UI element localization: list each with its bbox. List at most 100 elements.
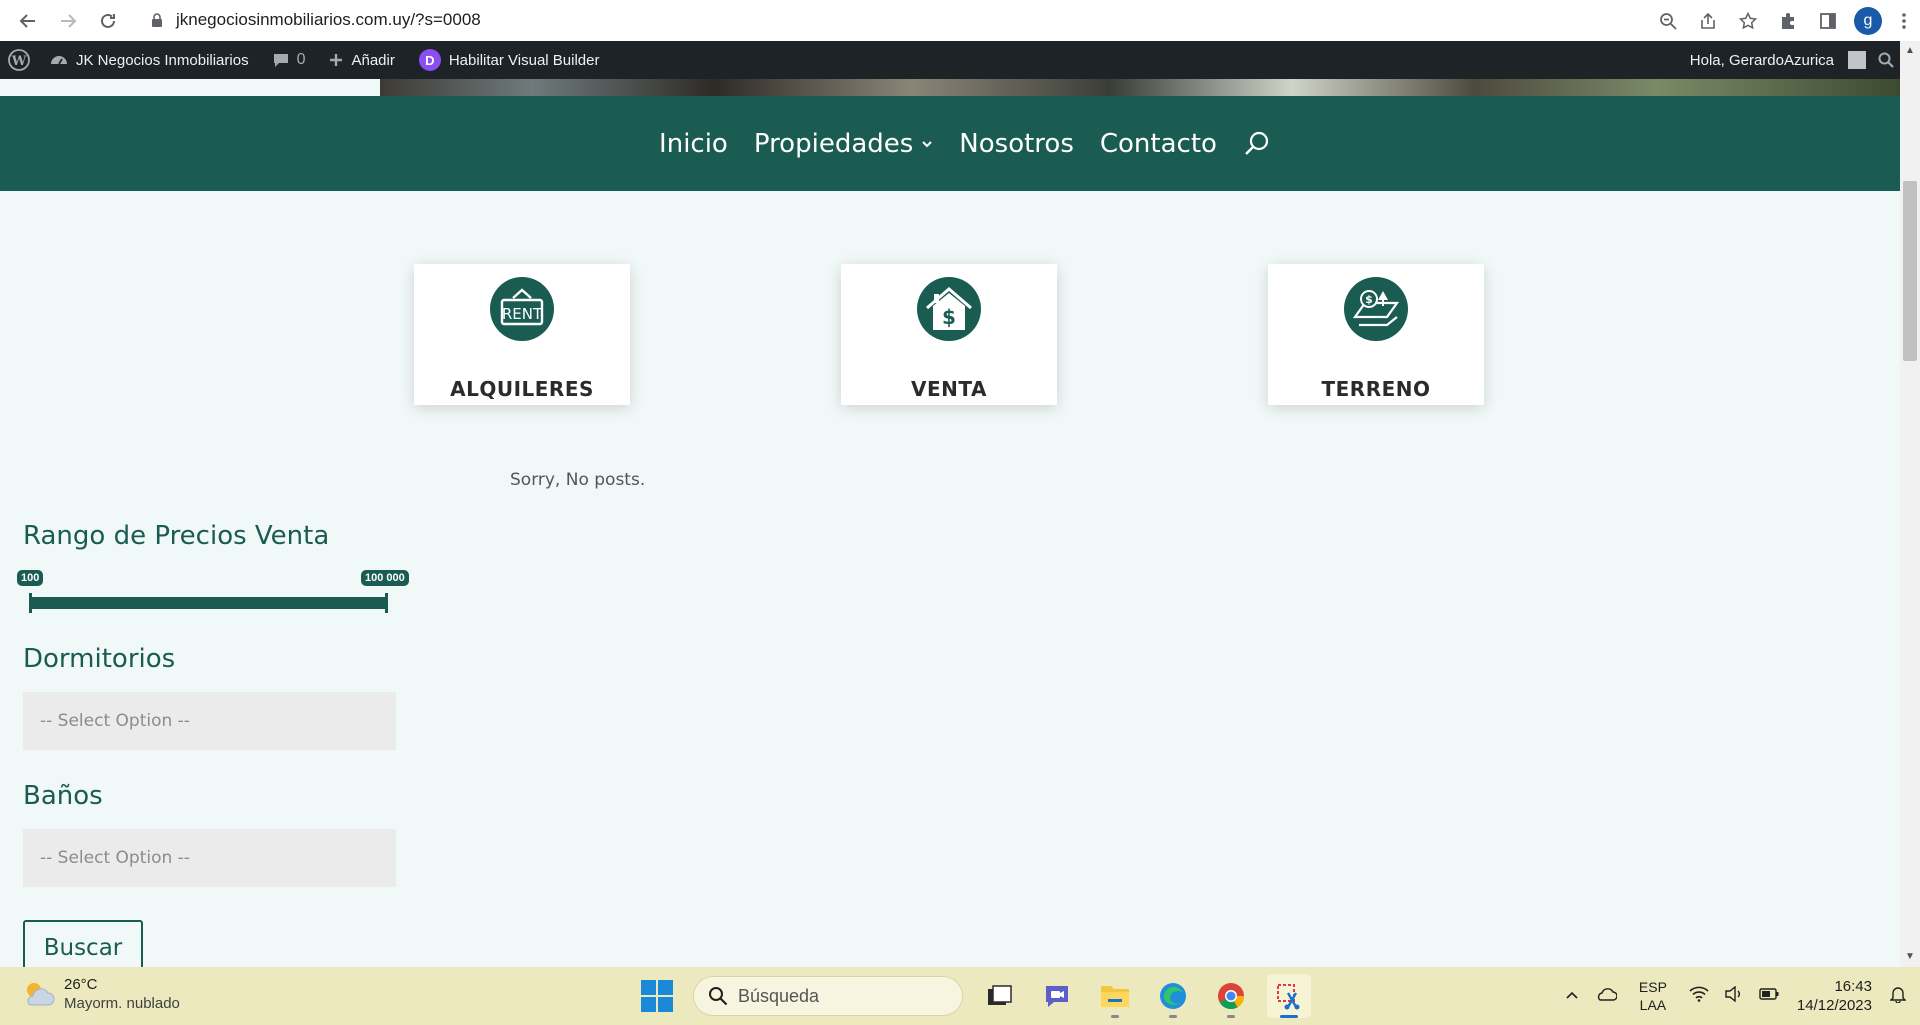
nav-contacto[interactable]: Contacto xyxy=(1100,129,1217,159)
address-bar[interactable]: jknegociosinmobiliarios.com.uy/?s=0008 xyxy=(140,4,1720,36)
category-label: TERRENO xyxy=(1321,377,1431,401)
nav-nosotros-label: Nosotros xyxy=(959,128,1074,159)
site-name: JK Negocios Inmobiliarios xyxy=(76,51,249,69)
price-min-handle[interactable] xyxy=(29,593,32,613)
task-view-icon xyxy=(988,985,1012,1005)
windows-taskbar: 26°C Mayorm. nublado Búsqueda ESP LAA 16… xyxy=(0,967,1920,1025)
keyboard-layout: LAA xyxy=(1639,997,1667,1013)
extensions-button[interactable] xyxy=(1768,5,1808,37)
app-running-indicator xyxy=(1111,1015,1119,1018)
nav-inicio-label: Inicio xyxy=(659,128,728,159)
reload-button[interactable] xyxy=(88,6,128,36)
edge-app[interactable] xyxy=(1151,974,1195,1018)
clock[interactable]: 16:43 14/12/2023 xyxy=(1787,977,1882,1015)
language-indicator[interactable]: ESP LAA xyxy=(1625,978,1681,1014)
browser-toolbar: jknegociosinmobiliarios.com.uy/?s=0008 g xyxy=(0,0,1920,41)
add-new-label: Añadir xyxy=(351,51,395,69)
baths-select[interactable]: -- Select Option -- xyxy=(23,829,396,887)
svg-text:RENT: RENT xyxy=(502,305,543,323)
battery-button[interactable] xyxy=(1751,987,1787,1005)
teams-app[interactable] xyxy=(1035,974,1079,1018)
volume-button[interactable] xyxy=(1717,985,1751,1007)
search-submit-button[interactable]: Buscar xyxy=(23,920,143,972)
notifications-button[interactable] xyxy=(1882,985,1920,1008)
site-search-button[interactable] xyxy=(1243,130,1271,158)
profile-button[interactable]: g xyxy=(1848,5,1888,37)
forward-button[interactable] xyxy=(48,6,88,36)
price-range-bar xyxy=(29,597,387,609)
wp-admin-bar: W JK Negocios Inmobiliarios 0 Añadir D H… xyxy=(0,41,1900,79)
svg-text:$: $ xyxy=(942,305,956,329)
wp-logo-menu[interactable]: W xyxy=(0,41,38,79)
weather-temperature: 26°C xyxy=(64,976,98,993)
onedrive-button[interactable] xyxy=(1587,987,1625,1006)
bedrooms-select[interactable]: -- Select Option -- xyxy=(23,692,396,750)
category-card-terreno[interactable]: $ TERRENO xyxy=(1268,264,1484,405)
kebab-menu-icon xyxy=(1902,12,1906,29)
sidepanel-button[interactable] xyxy=(1808,5,1848,37)
sidepanel-icon xyxy=(1820,12,1836,29)
weather-widget[interactable]: 26°C Mayorm. nublado xyxy=(22,975,180,1013)
bookmark-button[interactable] xyxy=(1728,5,1768,37)
wifi-button[interactable] xyxy=(1681,986,1717,1007)
site-name-menu[interactable]: JK Negocios Inmobiliarios xyxy=(38,41,261,79)
comments-menu[interactable]: 0 xyxy=(261,41,318,79)
rent-sign-icon: RENT xyxy=(490,277,554,341)
wifi-icon xyxy=(1689,986,1709,1002)
file-explorer-app[interactable] xyxy=(1093,974,1137,1018)
zoom-button[interactable] xyxy=(1648,5,1688,37)
svg-text:$: $ xyxy=(1365,293,1373,306)
land-plot-icon: $ xyxy=(1344,277,1408,341)
chevron-down-icon xyxy=(922,140,933,147)
clock-time: 16:43 xyxy=(1834,978,1872,995)
page-scrollbar[interactable]: ▲ ▼ xyxy=(1900,41,1920,967)
reload-icon xyxy=(101,13,115,28)
bell-icon xyxy=(1889,986,1907,1004)
share-button[interactable] xyxy=(1688,5,1728,37)
scroll-thumb[interactable] xyxy=(1903,181,1917,361)
arrow-right-icon xyxy=(61,13,77,28)
price-range-slider[interactable]: 100 100 000 xyxy=(17,565,413,615)
windows-logo-icon xyxy=(641,980,673,1012)
category-card-alquileres[interactable]: RENT ALQUILERES xyxy=(414,264,630,405)
account-menu[interactable]: Hola, GerardoAzurica xyxy=(1678,41,1872,79)
arrow-left-icon xyxy=(19,13,35,28)
nav-propiedades[interactable]: Propiedades xyxy=(754,129,933,159)
back-button[interactable] xyxy=(8,6,48,36)
price-max-handle[interactable] xyxy=(385,593,388,613)
show-hidden-icons-button[interactable] xyxy=(1557,987,1587,1005)
nav-contacto-label: Contacto xyxy=(1099,128,1217,159)
start-button[interactable] xyxy=(635,974,679,1018)
menu-button[interactable] xyxy=(1888,5,1920,37)
account-greeting: Hola, GerardoAzurica xyxy=(1689,51,1834,69)
baths-title: Baños xyxy=(23,781,103,811)
svg-text:W: W xyxy=(11,54,27,69)
nav-inicio[interactable]: Inicio xyxy=(659,129,728,159)
scroll-up-arrow[interactable]: ▲ xyxy=(1904,45,1916,57)
puzzle-icon xyxy=(1782,12,1794,29)
taskbar-search[interactable]: Búsqueda xyxy=(693,976,963,1016)
category-label: VENTA xyxy=(911,377,987,401)
wordpress-icon: W xyxy=(8,49,30,71)
snipping-tool-app[interactable] xyxy=(1267,974,1311,1018)
task-view-button[interactable] xyxy=(977,974,1021,1018)
no-posts-message: Sorry, No posts. xyxy=(510,470,646,490)
chrome-app[interactable] xyxy=(1209,974,1253,1018)
price-range-title: Rango de Precios Venta xyxy=(23,521,330,551)
nav-nosotros[interactable]: Nosotros xyxy=(959,129,1074,159)
profile-avatar: g xyxy=(1854,6,1882,35)
battery-icon xyxy=(1759,988,1779,1000)
add-new-menu[interactable]: Añadir xyxy=(317,41,406,79)
chat-icon xyxy=(1046,986,1068,1007)
system-tray: ESP LAA 16:43 14/12/2023 xyxy=(1557,967,1920,1025)
user-avatar xyxy=(1848,51,1866,69)
house-dollar-icon: $ xyxy=(917,277,981,341)
share-icon xyxy=(1701,12,1715,29)
category-card-venta[interactable]: $ VENTA xyxy=(841,264,1057,405)
visual-builder-link[interactable]: D Habilitar Visual Builder xyxy=(407,41,612,79)
divi-logo-icon: D xyxy=(418,49,441,71)
cloud-icon xyxy=(1597,987,1618,1001)
scroll-down-arrow[interactable]: ▼ xyxy=(1904,951,1916,963)
edge-browser-icon xyxy=(1160,983,1186,1009)
admin-search-button[interactable] xyxy=(1872,41,1900,79)
